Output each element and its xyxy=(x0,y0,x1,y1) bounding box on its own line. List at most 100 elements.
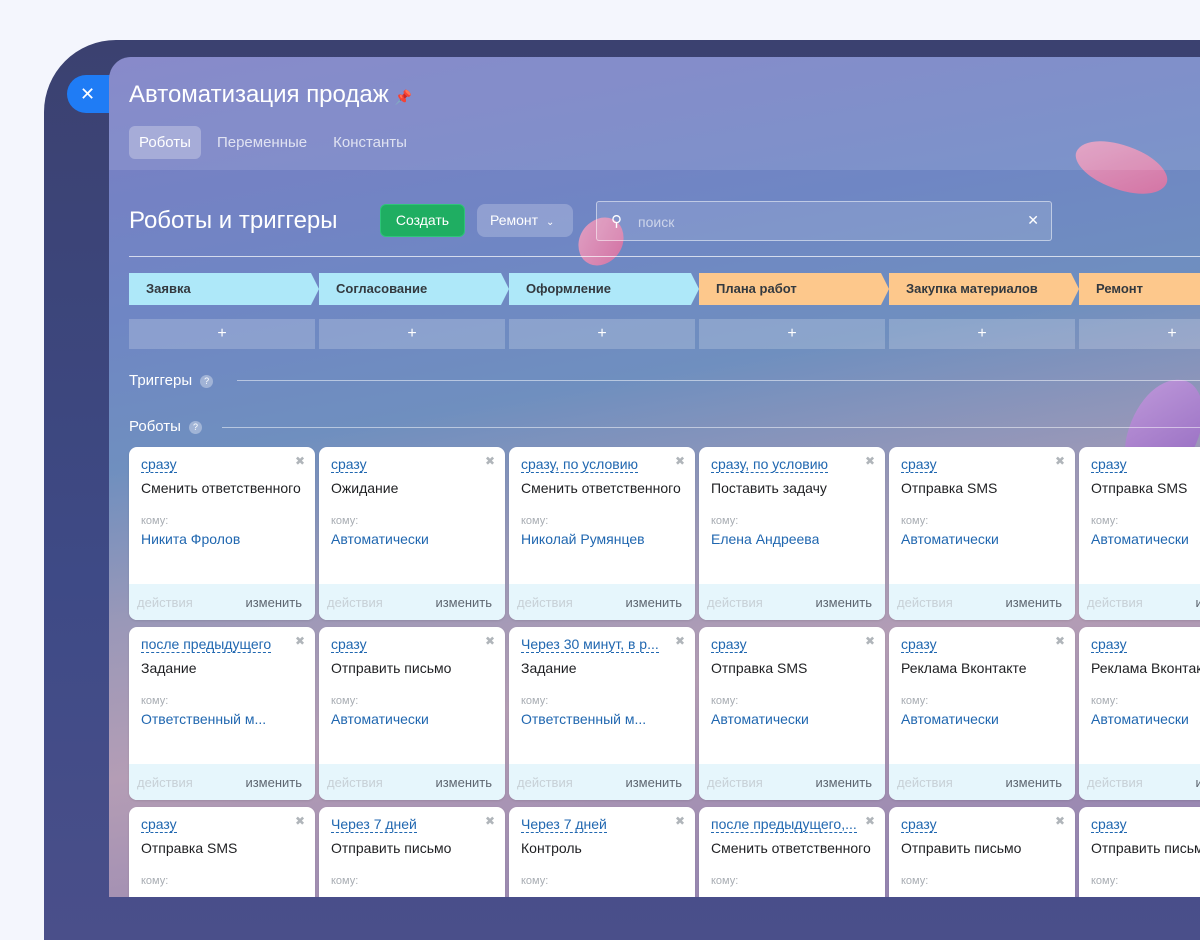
delete-robot-icon[interactable]: ✖ xyxy=(295,814,305,828)
robot-card[interactable]: Через 30 минут, в р... ✖ Задание кому: О… xyxy=(509,627,695,800)
delete-robot-icon[interactable]: ✖ xyxy=(1055,814,1065,828)
robot-card[interactable]: сразу ✖ Отправить письмо кому: действия … xyxy=(889,807,1075,897)
delete-robot-icon[interactable]: ✖ xyxy=(295,634,305,648)
delete-robot-icon[interactable]: ✖ xyxy=(1055,454,1065,468)
delete-robot-icon[interactable]: ✖ xyxy=(675,454,685,468)
tab-constants[interactable]: Константы xyxy=(323,126,417,159)
robot-assignee-link[interactable]: Ответственный м... xyxy=(141,711,266,727)
robot-card[interactable]: после предыдущего,... ✖ Сменить ответств… xyxy=(699,807,885,897)
robot-condition-link[interactable]: сразу, по условию xyxy=(711,456,829,473)
delete-robot-icon[interactable]: ✖ xyxy=(865,454,875,468)
delete-robot-icon[interactable]: ✖ xyxy=(295,454,305,468)
robot-assignee-link[interactable]: Автоматически xyxy=(331,531,429,547)
create-button[interactable]: Создать xyxy=(380,204,465,237)
robot-card[interactable]: Через 7 дней ✖ Контроль кому: действия и… xyxy=(509,807,695,897)
robot-card[interactable]: сразу ✖ Реклама Вконтакте кому: Автомати… xyxy=(1079,627,1200,800)
tab-robots[interactable]: Роботы xyxy=(129,126,201,159)
clear-search-icon[interactable]: ✕ xyxy=(1027,212,1039,229)
edit-robot-link[interactable]: изменить xyxy=(815,595,872,610)
delete-robot-icon[interactable]: ✖ xyxy=(485,634,495,648)
robot-condition-link[interactable]: сразу xyxy=(901,456,937,473)
page-title-text: Автоматизация продаж xyxy=(129,81,389,108)
robot-assignee-link[interactable]: Николай Румянцев xyxy=(521,531,645,547)
robot-assignee-link[interactable]: Ответственный м... xyxy=(521,711,646,727)
robot-card[interactable]: сразу ✖ Отправка SMS кому: действия изме… xyxy=(129,807,315,897)
robot-card[interactable]: после предыдущего ✖ Задание кому: Ответс… xyxy=(129,627,315,800)
stage-0[interactable]: Заявка xyxy=(129,273,319,305)
robot-condition-link[interactable]: сразу xyxy=(331,636,367,653)
edit-robot-link[interactable]: изменить xyxy=(1195,595,1200,610)
robot-card[interactable]: сразу ✖ Отправка SMS кому: Автоматически… xyxy=(889,447,1075,620)
robot-condition-link[interactable]: сразу xyxy=(141,816,177,833)
edit-robot-link[interactable]: изменить xyxy=(625,775,682,790)
robot-condition-link[interactable]: сразу xyxy=(711,636,747,653)
robot-condition-link[interactable]: сразу xyxy=(901,816,937,833)
add-trigger-button[interactable]: + xyxy=(699,319,885,349)
add-trigger-button[interactable]: + xyxy=(509,319,695,349)
pipeline-dropdown[interactable]: Ремонт ⌄ xyxy=(477,204,573,237)
robot-assignee-link[interactable]: Автоматически xyxy=(1091,711,1189,727)
delete-robot-icon[interactable]: ✖ xyxy=(865,814,875,828)
delete-robot-icon[interactable]: ✖ xyxy=(1055,634,1065,648)
robot-condition-link[interactable]: сразу xyxy=(1091,636,1127,653)
robot-card[interactable]: сразу ✖ Ожидание кому: Автоматически дей… xyxy=(319,447,505,620)
stage-2[interactable]: Оформление xyxy=(509,273,699,305)
robot-condition-link[interactable]: Через 7 дней xyxy=(521,816,607,833)
add-trigger-button[interactable]: + xyxy=(129,319,315,349)
edit-robot-link[interactable]: изменить xyxy=(625,595,682,610)
robot-assignee-link[interactable]: Автоматически xyxy=(1091,531,1189,547)
robot-condition-link[interactable]: сразу xyxy=(1091,816,1127,833)
robot-card[interactable]: сразу ✖ Сменить ответственного кому: Ник… xyxy=(129,447,315,620)
robot-condition-link[interactable]: сразу xyxy=(331,456,367,473)
robot-assignee-link[interactable]: Автоматически xyxy=(331,711,429,727)
help-icon[interactable]: ? xyxy=(188,421,202,434)
delete-robot-icon[interactable]: ✖ xyxy=(485,454,495,468)
help-icon[interactable]: ? xyxy=(200,375,214,388)
edit-robot-link[interactable]: изменить xyxy=(815,775,872,790)
robot-card[interactable]: сразу ✖ Реклама Вконтакте кому: Автомати… xyxy=(889,627,1075,800)
pin-icon[interactable]: 📌 xyxy=(395,89,412,105)
robot-card[interactable]: Через 7 дней ✖ Отправить письмо кому: де… xyxy=(319,807,505,897)
robot-card-footer: действия изменить xyxy=(889,584,1075,620)
add-trigger-button[interactable]: + xyxy=(1079,319,1200,349)
robot-card[interactable]: сразу, по условию ✖ Сменить ответственно… xyxy=(509,447,695,620)
edit-robot-link[interactable]: изменить xyxy=(245,775,302,790)
robot-assignee-link[interactable]: Автоматически xyxy=(901,531,999,547)
robot-condition-link[interactable]: после предыдущего,... xyxy=(711,816,857,833)
delete-robot-icon[interactable]: ✖ xyxy=(865,634,875,648)
edit-robot-link[interactable]: изменить xyxy=(1005,595,1062,610)
edit-robot-link[interactable]: изменить xyxy=(1195,775,1200,790)
delete-robot-icon[interactable]: ✖ xyxy=(485,814,495,828)
robot-condition-link[interactable]: сразу xyxy=(141,456,177,473)
edit-robot-link[interactable]: изменить xyxy=(1005,775,1062,790)
robot-condition-link[interactable]: сразу xyxy=(1091,456,1127,473)
add-trigger-button[interactable]: + xyxy=(889,319,1075,349)
robot-name: Отправить письмо xyxy=(331,840,452,856)
robot-assignee-link[interactable]: Автоматически xyxy=(901,711,999,727)
robot-condition-link[interactable]: после предыдущего xyxy=(141,636,272,653)
robot-condition-link[interactable]: Через 7 дней xyxy=(331,816,417,833)
add-trigger-button[interactable]: + xyxy=(319,319,505,349)
robot-card[interactable]: сразу ✖ Отправить письмо кому: действия … xyxy=(1079,807,1200,897)
robot-card[interactable]: сразу ✖ Отправить письмо кому: Автоматич… xyxy=(319,627,505,800)
robot-card[interactable]: сразу, по условию ✖ Поставить задачу ком… xyxy=(699,447,885,620)
robot-assignee-link[interactable]: Елена Андреева xyxy=(711,531,819,547)
robot-condition-link[interactable]: Через 30 минут, в р... xyxy=(521,636,659,653)
stage-1[interactable]: Согласование xyxy=(319,273,509,305)
robot-assignee-link[interactable]: Никита Фролов xyxy=(141,531,240,547)
edit-robot-link[interactable]: изменить xyxy=(435,775,492,790)
robot-card[interactable]: сразу ✖ Отправка SMS кому: Автоматически… xyxy=(1079,447,1200,620)
delete-robot-icon[interactable]: ✖ xyxy=(675,814,685,828)
search-input[interactable]: ⚲ поиск ✕ xyxy=(596,201,1052,241)
edit-robot-link[interactable]: изменить xyxy=(435,595,492,610)
stage-5[interactable]: Ремонт xyxy=(1079,273,1200,305)
robot-condition-link[interactable]: сразу xyxy=(901,636,937,653)
stage-4[interactable]: Закупка материалов xyxy=(889,273,1079,305)
delete-robot-icon[interactable]: ✖ xyxy=(675,634,685,648)
robot-card[interactable]: сразу ✖ Отправка SMS кому: Автоматически… xyxy=(699,627,885,800)
tab-variables[interactable]: Переменные xyxy=(207,126,317,159)
stage-3[interactable]: Плана работ xyxy=(699,273,889,305)
edit-robot-link[interactable]: изменить xyxy=(245,595,302,610)
robot-condition-link[interactable]: сразу, по условию xyxy=(521,456,639,473)
robot-assignee-link[interactable]: Автоматически xyxy=(711,711,809,727)
